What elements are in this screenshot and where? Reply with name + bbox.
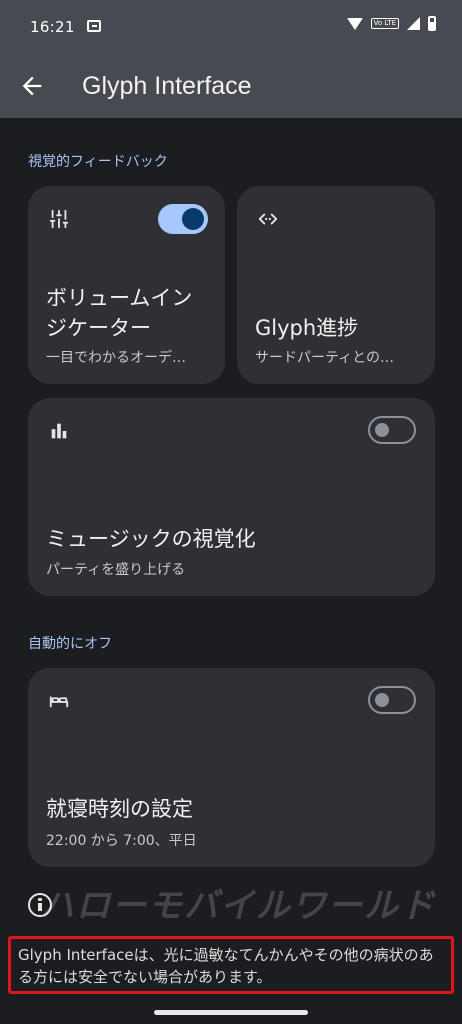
volume-indicator-title-line1: ボリュームイン (46, 286, 193, 310)
music-visualization-subtitle: パーティを盛り上げる (46, 562, 186, 578)
bar-chart-icon (51, 423, 67, 439)
volume-indicator-subtitle: 一目でわかるオーデ… (46, 350, 186, 366)
battery-icon (428, 16, 436, 31)
volume-indicator-card[interactable]: ボリュームイン ジケーター 一目でわかるオーデ… (28, 186, 225, 384)
music-visualization-card[interactable]: ミュージックの視覚化 パーティを盛り上げる (28, 398, 435, 596)
code-arrows-icon (258, 213, 278, 225)
calendar-icon (87, 20, 101, 32)
glyph-progress-title: Glyph進捗 (255, 316, 359, 340)
volte-icon: Vo LTE (370, 18, 399, 29)
status-bar: 16:21 Vo LTE (0, 0, 462, 56)
music-visualization-title: ミュージックの視覚化 (46, 527, 256, 551)
bedtime-subtitle: 22:00 から 7:00、平日 (46, 833, 197, 849)
glyph-progress-subtitle: サードパーティとの… (255, 350, 395, 366)
gesture-nav-handle[interactable] (154, 1010, 308, 1015)
bedtime-card[interactable]: 就寝時刻の設定 22:00 から 7:00、平日 (28, 668, 435, 867)
bed-icon (49, 696, 69, 708)
volume-indicator-toggle[interactable] (158, 204, 208, 234)
music-visualization-toggle[interactable] (368, 416, 416, 444)
watermark: ハローモバイルワールド (40, 886, 436, 926)
page-title: Glyph Interface (82, 72, 252, 100)
sliders-icon (49, 209, 69, 229)
section-header-auto-off: 自動的にオフ (28, 636, 112, 652)
glyph-progress-card[interactable]: Glyph進捗 サードパーティとの… (237, 186, 435, 384)
bedtime-title: 就寝時刻の設定 (46, 797, 193, 821)
info-icon (28, 893, 52, 917)
status-icons: Vo LTE (346, 16, 436, 31)
status-time: 16:21 (30, 18, 75, 36)
volume-indicator-title-line2: ジケーター (46, 316, 151, 340)
signal-icon (407, 17, 420, 30)
back-arrow-icon[interactable] (18, 72, 46, 100)
wifi-icon (346, 17, 363, 30)
section-header-visual-feedback: 視覚的フィードバック (28, 154, 168, 170)
bedtime-toggle[interactable] (368, 686, 416, 714)
warning-text: Glyph Interfaceは、光に過敏なてんかんやその他の病状のある方には安… (18, 946, 434, 986)
app-bar: Glyph Interface (0, 56, 462, 118)
